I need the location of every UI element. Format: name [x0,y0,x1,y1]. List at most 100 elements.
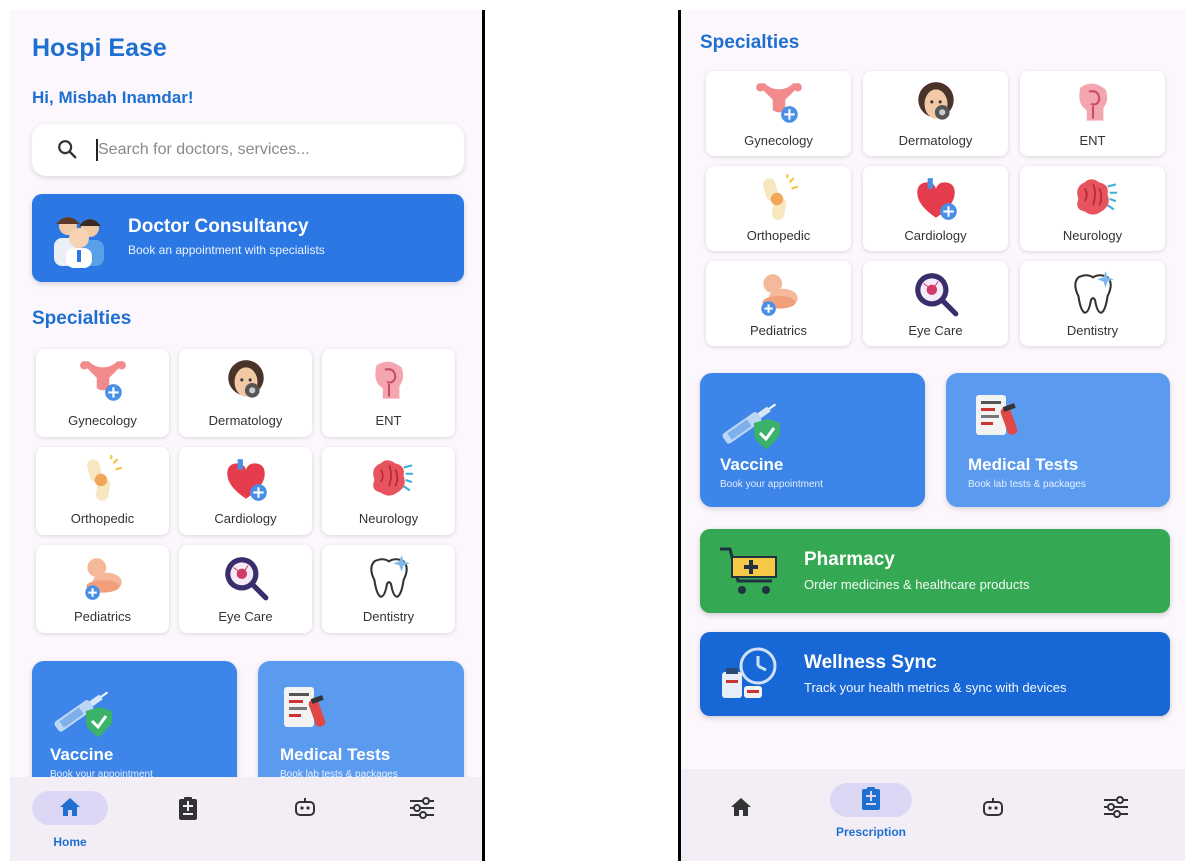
home-icon [730,797,752,817]
search-icon [56,138,78,160]
specialty-card-dentistry[interactable]: Dentistry [1020,261,1165,346]
medical-tests-title: Medical Tests [280,745,390,765]
specialty-card-gynecology[interactable]: Gynecology [706,71,851,156]
wellness-sync-card[interactable]: Wellness Sync Track your health metrics … [700,632,1170,716]
vaccine-title: Vaccine [50,745,113,765]
specialty-label: Eye Care [863,323,1008,338]
specialty-label: Eye Care [179,609,312,624]
consultancy-title: Doctor Consultancy [128,216,309,238]
specialties-grid: Gynecology Dermatology ENT Orthopedic Cardio… [706,71,1165,346]
specialty-label: Cardiology [179,511,312,526]
shopping-cart-icon [718,543,782,599]
lab-report-icon [972,391,1022,441]
brain-icon [364,455,414,505]
separator-left [482,10,485,861]
specialties-title: Specialties [32,308,131,330]
skin-face-icon [911,79,961,129]
pharmacy-subtitle: Order medicines & healthcare products [804,577,1029,592]
nav-prescription-label: Prescription [821,825,921,839]
lab-report-icon [280,683,330,733]
vaccine-card[interactable]: Vaccine Book your appointment [32,661,237,791]
search-bar[interactable] [32,124,464,176]
specialty-card-eye-care[interactable]: Eye Care [863,261,1008,346]
sliders-icon [409,797,435,819]
wellness-sync-title: Wellness Sync [804,652,937,674]
ear-nose-throat-icon [1068,79,1118,129]
specialty-card-dermatology[interactable]: Dermatology [863,71,1008,156]
uterus-icon [78,357,128,407]
vaccine-subtitle: Book your appointment [720,479,823,490]
nav-assistant[interactable] [255,777,355,861]
specialty-card-neurology[interactable]: Neurology [322,447,455,535]
specialty-label: Neurology [322,511,455,526]
specialty-card-neurology[interactable]: Neurology [1020,166,1165,251]
specialty-card-cardiology[interactable]: Cardiology [863,166,1008,251]
knee-joint-icon [78,455,128,505]
pharmacy-title: Pharmacy [804,549,895,571]
nav-prescription[interactable]: Prescription [821,769,921,853]
nav-home[interactable] [691,769,791,853]
prescription-icon [861,787,881,811]
ear-nose-throat-icon [364,357,414,407]
doctors-icon [48,208,110,270]
bottom-navigation: Prescription [681,769,1185,861]
tooth-icon [364,553,414,603]
robot-icon [982,797,1004,817]
greeting-text: Hi, Misbah Inamdar! [32,88,194,108]
specialty-card-cardiology[interactable]: Cardiology [179,447,312,535]
specialty-label: Dentistry [1020,323,1165,338]
sliders-icon [1103,796,1129,818]
specialty-card-dermatology[interactable]: Dermatology [179,349,312,437]
specialty-card-pediatrics[interactable]: Pediatrics [706,261,851,346]
app-title: Hospi Ease [32,34,167,63]
syringe-shield-icon [716,395,782,451]
specialty-card-eye-care[interactable]: Eye Care [179,545,312,633]
specialty-card-gynecology[interactable]: Gynecology [36,349,169,437]
heart-icon [911,174,961,224]
prescription-icon [178,797,198,821]
specialty-label: Gynecology [36,413,169,428]
search-input[interactable] [98,136,438,164]
home-icon [59,797,81,817]
home-screen-scrolled: Specialties Gynecology Dermatology ENT Orth… [681,10,1185,861]
specialty-card-dentistry[interactable]: Dentistry [322,545,455,633]
consultancy-subtitle: Book an appointment with specialists [128,243,325,257]
heart-icon [221,455,271,505]
specialty-label: Pediatrics [36,609,169,624]
nav-prescription[interactable] [138,777,238,861]
doctor-consultancy-card[interactable]: Doctor Consultancy Book an appointment w… [32,194,464,282]
health-devices-icon [718,644,782,704]
specialty-label: Dermatology [179,413,312,428]
robot-icon [294,797,316,817]
nav-settings[interactable] [1066,769,1166,853]
specialty-card-orthopedic[interactable]: Orthopedic [36,447,169,535]
specialty-card-pediatrics[interactable]: Pediatrics [36,545,169,633]
baby-icon [754,269,804,319]
nav-home-label: Home [20,835,120,849]
medical-tests-card[interactable]: Medical Tests Book lab tests & packages [946,373,1170,507]
specialty-label: Neurology [1020,228,1165,243]
specialty-label: Gynecology [706,133,851,148]
uterus-icon [754,79,804,129]
nav-assistant[interactable] [943,769,1043,853]
brain-icon [1068,174,1118,224]
vaccine-card[interactable]: Vaccine Book your appointment [700,373,925,507]
specialty-card-ent[interactable]: ENT [1020,71,1165,156]
specialty-card-orthopedic[interactable]: Orthopedic [706,166,851,251]
specialty-label: ENT [1020,133,1165,148]
specialty-label: Dermatology [863,133,1008,148]
specialty-card-ent[interactable]: ENT [322,349,455,437]
home-screen: Hospi Ease Hi, Misbah Inamdar! Doctor Co… [10,10,482,861]
specialty-label: Pediatrics [706,323,851,338]
syringe-shield-icon [48,683,114,739]
bottom-navigation: Home [10,777,482,861]
medical-tests-card[interactable]: Medical Tests Book lab tests & packages [258,661,464,791]
nav-settings[interactable] [372,777,472,861]
medical-tests-title: Medical Tests [968,455,1078,475]
specialty-label: ENT [322,413,455,428]
tooth-icon [1068,269,1118,319]
nav-home[interactable]: Home [20,777,120,861]
specialty-label: Orthopedic [706,228,851,243]
specialties-title: Specialties [700,32,799,54]
pharmacy-card[interactable]: Pharmacy Order medicines & healthcare pr… [700,529,1170,613]
